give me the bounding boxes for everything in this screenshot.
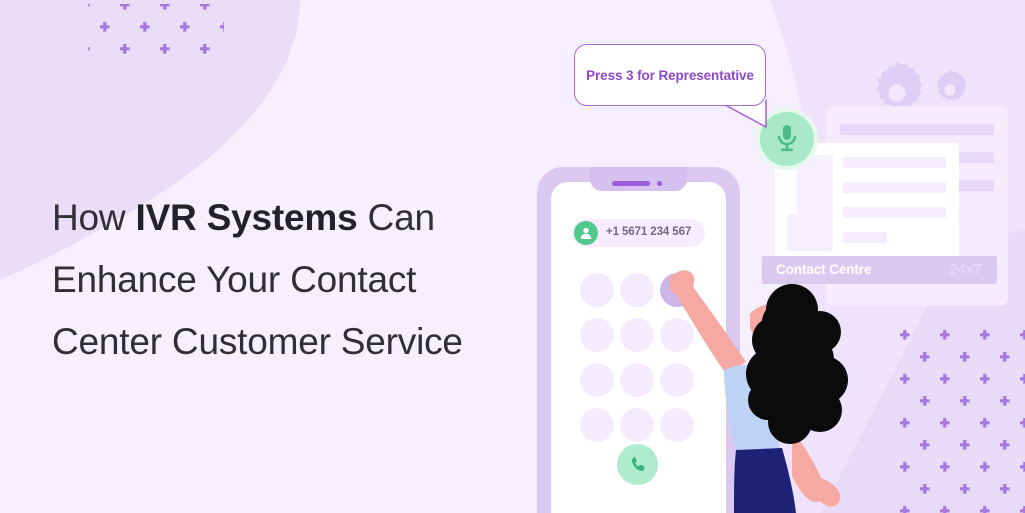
mic-stem <box>777 168 797 214</box>
keypad-key[interactable] <box>620 408 654 442</box>
keypad-key[interactable] <box>580 318 614 352</box>
headline-highlight: IVR Systems <box>135 196 358 238</box>
card-front-line <box>843 207 946 218</box>
gear-small-icon <box>936 70 967 101</box>
card-back-line <box>840 124 994 135</box>
page-title: How IVR Systems Can Enhance Your Contact… <box>52 187 522 373</box>
call-button[interactable] <box>617 444 658 485</box>
microphone-icon <box>777 125 797 152</box>
keypad-key[interactable] <box>620 363 654 397</box>
card-front-line <box>843 232 887 243</box>
keypad-key[interactable] <box>620 318 654 352</box>
caller-number: +1 5671 234 567 <box>606 226 692 238</box>
headline-part1: How <box>52 196 136 238</box>
phone-handset-icon <box>631 456 645 471</box>
phone-speaker-icon <box>612 181 650 186</box>
contact-centre-badge: 24x7 <box>949 261 982 278</box>
card-front-line <box>843 157 946 168</box>
ivr-banner: How IVR Systems Can Enhance Your Contact… <box>0 0 1025 513</box>
user-icon <box>574 221 598 245</box>
keypad-key[interactable] <box>580 363 614 397</box>
keypad-key[interactable] <box>580 408 614 442</box>
phone-camera-icon <box>657 181 662 186</box>
keypad-key[interactable] <box>620 273 654 307</box>
speech-bubble-text: Press 3 for Representative <box>586 67 754 83</box>
card-front-line <box>843 182 946 193</box>
phone-notch <box>590 167 687 191</box>
person-illustration <box>669 270 848 513</box>
keypad-key[interactable] <box>580 273 614 307</box>
user-glyph-icon <box>580 227 592 239</box>
speech-bubble: Press 3 for Representative <box>574 44 766 106</box>
